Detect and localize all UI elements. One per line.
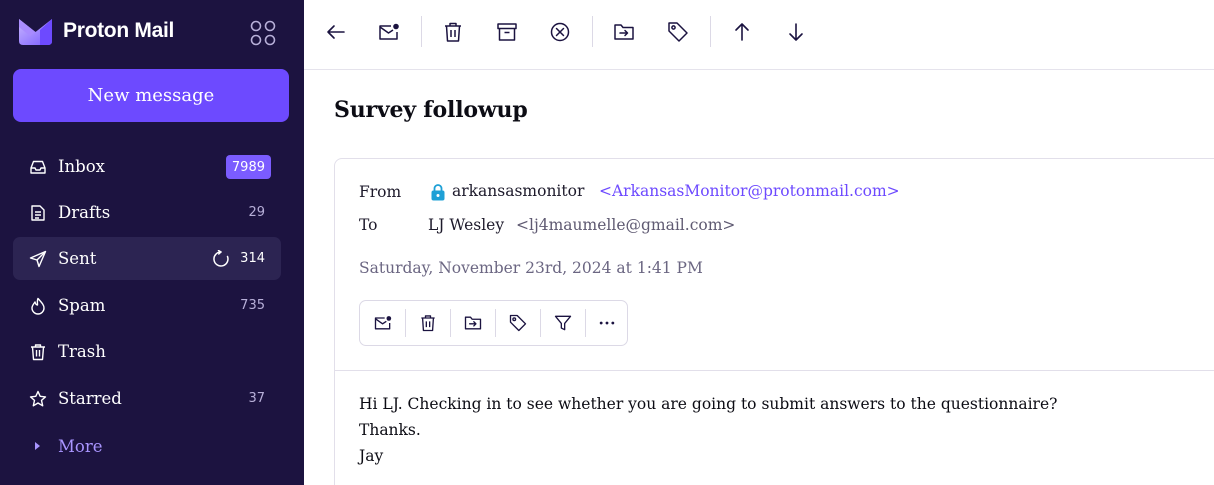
star-icon (29, 390, 47, 407)
archive-icon[interactable] (495, 20, 519, 44)
more-label: More (58, 436, 103, 456)
mark-unread-icon (374, 316, 391, 330)
sidebar-item-label: Spam (58, 296, 106, 315)
refresh-icon[interactable] (212, 250, 230, 268)
label-icon (509, 314, 527, 332)
move-to-folder-icon (464, 316, 482, 330)
back-arrow-icon[interactable] (324, 20, 348, 44)
message-card: From arkansasmonitor <ArkansasMonitor@pr… (334, 158, 1214, 485)
sidebar-item-spam[interactable]: Spam 735 (13, 284, 281, 327)
filter-button[interactable] (541, 301, 585, 345)
item-count: 29 (248, 205, 265, 220)
unread-count-badge: 7989 (225, 155, 271, 179)
trash-icon (421, 315, 435, 332)
toolbar-divider (592, 16, 593, 47)
sender-email[interactable]: <ArkansasMonitor@protonmail.com> (599, 182, 900, 200)
sidebar-item-label: Starred (58, 389, 122, 408)
more-options-button[interactable] (586, 301, 628, 345)
sidebar-item-starred[interactable]: Starred 37 (13, 377, 281, 420)
caret-right-icon (35, 442, 40, 450)
toolbar-divider (710, 16, 711, 47)
message-body-line: Hi LJ. Checking in to see whether you ar… (359, 395, 1058, 413)
sender-name[interactable]: arkansasmonitor (452, 182, 584, 200)
trash-icon[interactable] (441, 20, 465, 44)
label-button[interactable] (496, 301, 540, 345)
proton-logo-icon (19, 19, 52, 45)
drafts-icon (31, 205, 45, 221)
next-arrow-icon[interactable] (784, 20, 808, 44)
sidebar-item-label: Inbox (58, 157, 105, 176)
toolbar-divider (421, 16, 422, 47)
delete-button[interactable] (406, 301, 450, 345)
message-view: Survey followup From arkansasmonitor <Ar… (304, 0, 1214, 485)
spam-icon (31, 297, 45, 315)
move-to-folder-icon[interactable] (612, 20, 636, 44)
message-actions (359, 300, 628, 346)
mark-unread-button[interactable] (360, 301, 405, 345)
sidebar-item-trash[interactable]: Trash (13, 330, 281, 373)
item-count: 37 (248, 391, 265, 406)
recipient-name[interactable]: LJ Wesley (428, 216, 504, 234)
to-label: To (359, 216, 378, 234)
message-date: Saturday, November 23rd, 2024 at 1:41 PM (359, 259, 703, 277)
sent-icon (29, 250, 47, 268)
message-body-line: Thanks. (359, 421, 421, 439)
previous-arrow-icon[interactable] (730, 20, 754, 44)
sidebar-item-label: Trash (58, 342, 106, 361)
inbox-icon (30, 160, 46, 174)
move-button[interactable] (451, 301, 495, 345)
new-message-button[interactable]: New message (13, 69, 289, 122)
lock-icon[interactable] (430, 183, 446, 201)
more-options-icon (599, 321, 615, 325)
spam-icon[interactable] (548, 20, 572, 44)
header-body-divider (335, 370, 1214, 371)
item-count: 314 (240, 251, 265, 266)
sidebar-item-label: Sent (58, 249, 97, 268)
proton-mail-logo[interactable]: Proton Mail (18, 16, 174, 46)
message-body-line: Jay (359, 447, 384, 465)
label-icon[interactable] (666, 20, 690, 44)
sidebar-item-drafts[interactable]: Drafts 29 (13, 191, 281, 234)
filter-icon (554, 315, 572, 331)
apps-grid-icon[interactable] (250, 20, 276, 46)
sidebar-more-toggle[interactable]: More (13, 426, 281, 466)
sidebar-item-sent[interactable]: Sent 314 (13, 237, 281, 280)
sidebar-item-inbox[interactable]: Inbox 7989 (13, 145, 281, 188)
item-count: 735 (240, 298, 265, 313)
recipient-email[interactable]: <lj4maumelle@gmail.com> (516, 216, 735, 234)
mark-unread-icon[interactable] (377, 20, 401, 44)
from-label: From (359, 183, 402, 201)
brand-name: Proton Mail (63, 19, 175, 42)
trash-icon (31, 344, 45, 361)
message-toolbar (304, 0, 1214, 70)
sidebar-item-label: Drafts (58, 203, 111, 222)
sidebar: Proton Mail New message Inbox 7989 Draft… (0, 0, 304, 485)
message-subject: Survey followup (334, 97, 528, 123)
